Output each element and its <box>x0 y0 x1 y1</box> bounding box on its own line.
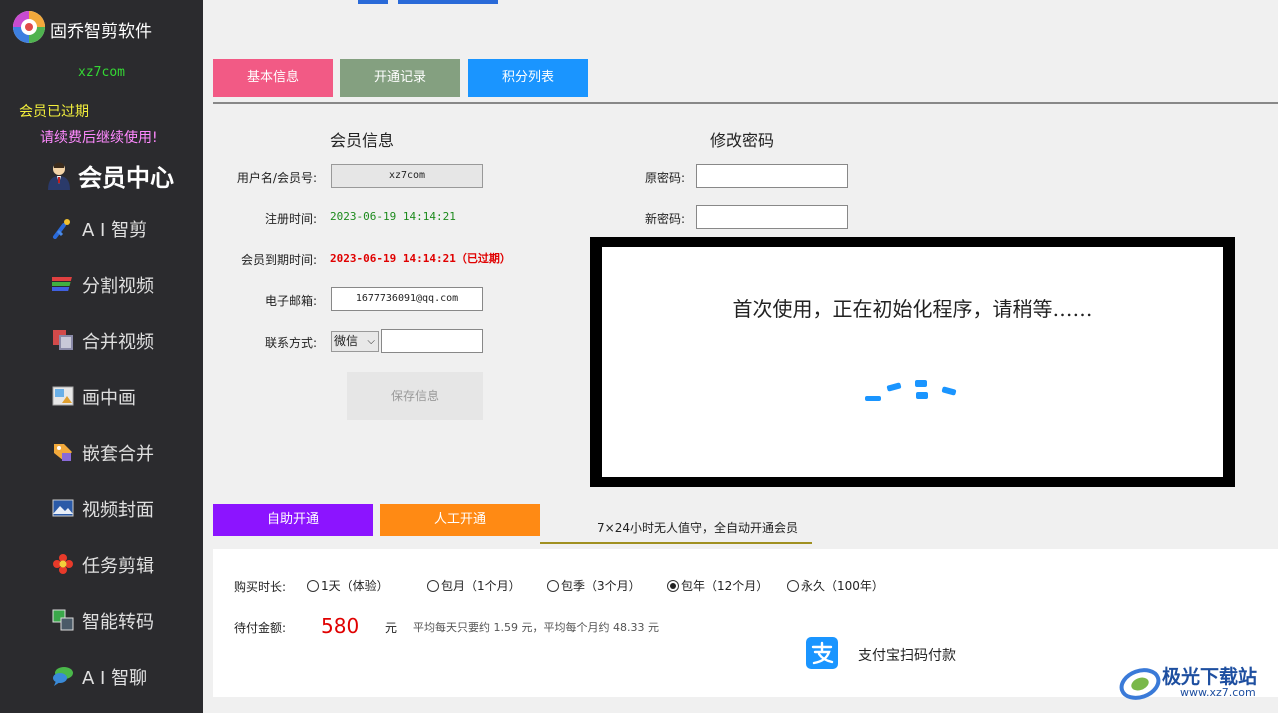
renew-notice: 请续费后继续使用! <box>40 130 158 146</box>
site-label: xz7com <box>78 65 125 80</box>
nav-video-cover-label: 视频封面 <box>82 500 154 521</box>
duration-option-1day[interactable]: 1天（体验） <box>307 577 389 594</box>
duration-option-label: 永久（100年） <box>801 579 884 593</box>
nav-picture-in-picture-label: 画中画 <box>82 388 136 409</box>
nav-nested-merge[interactable]: 嵌套合并 <box>0 430 203 474</box>
radio-selected-icon <box>667 580 679 592</box>
nav-nested-merge-label: 嵌套合并 <box>82 444 154 465</box>
nav-ai-chat-label: A I 智聊 <box>82 668 148 689</box>
alipay-pay-label[interactable]: 支付宝扫码付款 <box>858 645 956 665</box>
radio-icon <box>787 580 799 592</box>
nav-picture-in-picture[interactable]: 画中画 <box>0 374 203 418</box>
nav-video-cover[interactable]: 视频封面 <box>0 486 203 530</box>
duration-option-quarterly[interactable]: 包季（3个月） <box>547 577 641 594</box>
email-field[interactable]: 1677736091@qq.com <box>331 287 483 311</box>
member-avatar-icon <box>48 162 70 190</box>
nav-split-video[interactable]: 分割视频 <box>0 262 203 306</box>
merge-video-icon <box>53 330 73 350</box>
nav-task-edit-label: 任务剪辑 <box>82 556 154 577</box>
tab-divider <box>213 102 1278 104</box>
old-password-field[interactable] <box>696 164 848 188</box>
member-info-title: 会员信息 <box>330 131 395 150</box>
task-edit-icon <box>53 554 73 574</box>
radio-icon <box>427 580 439 592</box>
loading-dialog-body <box>602 247 1223 477</box>
purchase-tab-divider <box>540 542 812 544</box>
username-field[interactable]: xz7com <box>331 164 483 188</box>
smart-transcode-icon <box>52 609 74 631</box>
member-center-label: 会员中心 <box>78 163 174 192</box>
amount-average-note: 平均每天只要约 1.59 元，平均每个月约 48.33 元 <box>413 621 659 634</box>
expire-time-value: 2023-06-19 14:14:21（已过期） <box>330 252 511 265</box>
old-password-label: 原密码: <box>644 171 685 185</box>
reg-time-value: 2023-06-19 14:14:21 <box>330 210 456 223</box>
reg-time-label: 注册时间: <box>264 212 317 226</box>
duration-label: 购买时长: <box>234 580 287 594</box>
new-password-label: 新密码: <box>644 212 685 226</box>
tab-activation-record[interactable]: 开通记录 <box>340 59 460 97</box>
duration-option-yearly[interactable]: 包年（12个月） <box>667 577 768 594</box>
duration-option-label: 包季（3个月） <box>561 579 641 593</box>
nav-smart-transcode-label: 智能转码 <box>82 612 154 633</box>
tab-points-list[interactable]: 积分列表 <box>468 59 588 97</box>
username-label: 用户名/会员号: <box>236 171 317 185</box>
top-logo-fragment-icon <box>358 0 498 4</box>
nav-merge-video[interactable]: 合并视频 <box>0 318 203 362</box>
tab-manual-service[interactable]: 人工开通 <box>380 504 540 536</box>
nav-merge-video-label: 合并视频 <box>82 332 154 353</box>
nav-ai-cut[interactable]: A I 智剪 <box>0 206 203 250</box>
duration-option-label: 1天（体验） <box>321 579 389 593</box>
tab-basic-info[interactable]: 基本信息 <box>213 59 333 97</box>
contact-type-value: 微信 <box>334 334 359 348</box>
member-expired-status: 会员已过期 <box>19 104 89 120</box>
alipay-icon[interactable] <box>806 637 838 669</box>
contact-field[interactable] <box>381 329 483 353</box>
amount-value: 580 <box>321 614 360 638</box>
ai-chat-icon <box>53 667 73 686</box>
loading-message: 首次使用，正在初始化程序，请稍等…… <box>732 297 1093 321</box>
loading-spinner-icon <box>865 380 957 401</box>
ai-cut-icon <box>53 219 70 239</box>
nav-ai-chat[interactable]: A I 智聊 <box>0 654 203 698</box>
video-cover-icon <box>52 499 74 517</box>
expire-time-label: 会员到期时间: <box>240 253 317 267</box>
amount-label: 待付金额: <box>234 621 287 635</box>
amount-unit: 元 <box>385 621 398 635</box>
app-title: 固乔智剪软件 <box>50 22 152 42</box>
split-video-icon <box>52 277 72 291</box>
radio-icon <box>547 580 559 592</box>
picture-in-picture-icon <box>52 386 74 406</box>
app-logo-icon <box>13 11 45 43</box>
chevron-down-icon: ⌵ <box>367 336 375 347</box>
duration-option-label: 包年（12个月） <box>681 579 769 593</box>
nav-split-video-label: 分割视频 <box>82 276 154 297</box>
watermark-text: 极光下载站 <box>1162 666 1258 688</box>
change-password-title: 修改密码 <box>710 131 775 150</box>
duration-option-label: 包月（1个月） <box>441 579 521 593</box>
new-password-field[interactable] <box>696 205 848 229</box>
watermark-url: www.xz7.com <box>1180 686 1256 699</box>
contact-type-select[interactable]: 微信 ⌵ <box>331 331 379 352</box>
nav-ai-cut-label: A I 智剪 <box>82 220 148 241</box>
radio-icon <box>307 580 319 592</box>
nested-merge-icon <box>54 444 72 461</box>
watermark-logo-icon <box>1119 668 1161 700</box>
nav-smart-transcode[interactable]: 智能转码 <box>0 598 203 642</box>
save-info-button[interactable]: 保存信息 <box>347 372 483 420</box>
contact-label: 联系方式: <box>264 336 317 350</box>
tab-self-service[interactable]: 自助开通 <box>213 504 373 536</box>
auto-activation-note: 7×24小时无人值守，全自动开通会员 <box>597 521 798 535</box>
email-label: 电子邮箱: <box>264 294 317 308</box>
nav-task-edit[interactable]: 任务剪辑 <box>0 542 203 586</box>
duration-option-monthly[interactable]: 包月（1个月） <box>427 577 521 594</box>
duration-option-permanent[interactable]: 永久（100年） <box>787 577 884 594</box>
member-center-header[interactable]: 会员中心 <box>40 156 180 194</box>
